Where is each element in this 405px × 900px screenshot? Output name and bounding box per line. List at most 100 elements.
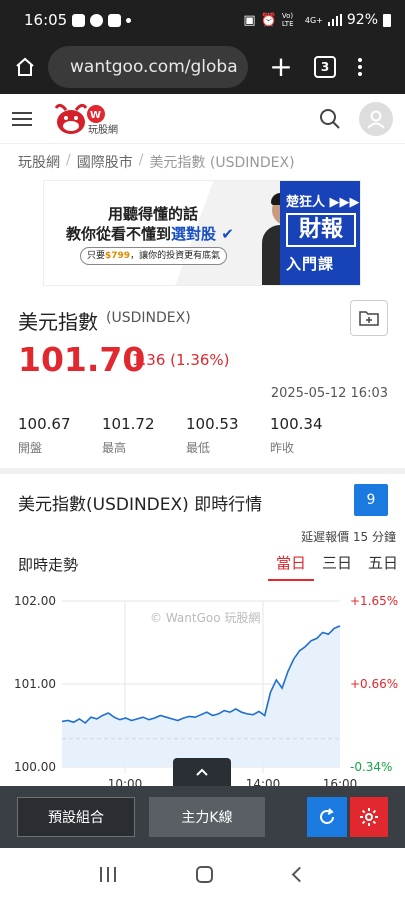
section-divider [0, 468, 405, 474]
stat-prev-close: 100.34 昨收 [270, 415, 354, 456]
banner-line2-prefix: 教你從看不懂到 [66, 225, 172, 243]
address-bar[interactable]: wantgoo.com/globa [48, 46, 248, 88]
network-type: 4G+ [304, 15, 323, 25]
banner-price-suffix: ，讓你的投資更有底氣 [130, 251, 221, 261]
y-tick-label: 101.00 [14, 677, 56, 691]
breadcrumb-separator: / [66, 152, 71, 168]
y-tick-label-pct: +0.66% [350, 677, 398, 691]
image-notification-icon [108, 13, 122, 27]
delay-notice: 延遲報價 15 分鐘 [301, 530, 396, 544]
tab-intraday[interactable]: 當日 [268, 552, 314, 581]
tab-switcher-button[interactable]: 3 [314, 56, 336, 78]
breadcrumb-separator: / [138, 152, 144, 168]
course-title: 財報 [286, 213, 356, 247]
refresh-icon [320, 808, 334, 824]
presenter-name: 楚狂人 ▶▶▶ [286, 195, 360, 210]
alarm-icon: ⏰ [260, 12, 277, 28]
stat-low: 100.53 最低 [186, 415, 270, 456]
banner-price-prefix: 只要 [87, 251, 106, 261]
intraday-chart[interactable]: 102.00 101.00 100.00 +1.65% +0.66% -0.34% © Wa… [0, 590, 405, 786]
quote-name: 美元指數 [18, 310, 98, 334]
banner-line1: 用聽得懂的話 [108, 205, 199, 223]
realtime-badge[interactable]: 9 [354, 484, 388, 516]
new-tab-icon[interactable]: + [266, 52, 296, 82]
stat-high: 101.72 最高 [102, 415, 186, 456]
preset-portfolio-button[interactable]: 預設組合 [17, 797, 135, 837]
system-nav-bar [0, 848, 405, 900]
x-tick-label: 16:00 [323, 777, 358, 786]
site-logo[interactable]: W 玩股網 [52, 102, 118, 136]
account-notification-icon [90, 13, 104, 27]
banner-line2: 教你從看不懂到選對股 ✔ [66, 223, 234, 244]
bottom-action-bar: 預設組合 主力K線 [0, 786, 405, 848]
user-icon [367, 110, 385, 129]
stat-label: 開盤 [18, 441, 43, 455]
trend-label: 即時走勢 [18, 556, 79, 574]
home-icon[interactable] [10, 52, 40, 82]
stat-value: 100.53 [186, 415, 239, 433]
svg-text:W: W [90, 110, 101, 121]
hamburger-menu-icon[interactable] [12, 111, 32, 126]
battery-percent: 92% [346, 12, 378, 28]
gear-icon [360, 808, 378, 826]
stat-label: 最低 [186, 441, 211, 455]
settings-button[interactable] [350, 797, 388, 837]
realtime-title: 美元指數(USDINDEX) 即時行情 [18, 495, 263, 515]
y-tick-label-pct: +1.65% [350, 594, 398, 608]
quote-price: 101.70 [18, 340, 146, 379]
course-title-block: 楚狂人 ▶▶▶ 財報 入門課 [280, 181, 360, 285]
site-header: W 玩股網 [0, 94, 405, 144]
x-tick-label: 10:00 [108, 777, 143, 786]
back-icon[interactable] [291, 866, 308, 882]
series-area [62, 625, 340, 767]
recent-apps-icon[interactable] [100, 866, 117, 882]
quote-time: 2025-05-12 16:03 [270, 386, 388, 401]
signal-icon [327, 14, 342, 26]
chart-watermark: © WantGoo 玩股網 [150, 611, 260, 625]
search-icon[interactable] [319, 108, 341, 130]
stat-open: 100.67 開盤 [18, 415, 102, 456]
user-avatar[interactable] [359, 101, 393, 136]
status-time: 16:05 [24, 11, 68, 29]
course-subtitle: 入門課 [286, 255, 335, 273]
url-text[interactable]: wantgoo.com/globa [70, 57, 238, 77]
app-notification-icon [72, 13, 86, 27]
collapse-toolbar-button[interactable] [173, 758, 231, 786]
add-to-watchlist-button[interactable] [350, 300, 388, 336]
screen: 16:05 ▣ ⏰ Vo) LTE 4G+ 92% wantgoo.com/gl… [0, 0, 405, 900]
quote-stats: 100.67 開盤 101.72 最高 100.53 最低 100.34 昨收 [18, 415, 388, 456]
battery-icon [383, 13, 391, 27]
more-notifications-icon [126, 17, 132, 23]
stat-label: 昨收 [270, 441, 295, 455]
banner-price-pill: 只要$799，讓你的投資更有底氣 [80, 247, 228, 265]
folder-add-icon [359, 311, 379, 326]
battery-saver-icon: ▣ [243, 12, 256, 28]
breadcrumb-home[interactable]: 玩股網 [18, 152, 60, 172]
breadcrumb: 玩股網 / 國際股市 / 美元指數 (USDINDEX) [18, 152, 295, 172]
banner-price: $799 [105, 251, 131, 261]
status-bar: 16:05 ▣ ⏰ Vo) LTE 4G+ 92% [0, 0, 405, 40]
stat-value: 100.67 [18, 415, 71, 433]
quote-code: (USDINDEX) [106, 310, 191, 326]
bull-logo-icon: W [54, 103, 105, 134]
tab-five-day[interactable]: 五日 [360, 552, 405, 581]
y-tick-label: 100.00 [14, 760, 56, 774]
promo-banner[interactable]: 用聽得懂的話 教你從看不懂到選對股 ✔ 只要$799，讓你的投資更有底氣 楚狂人… [43, 180, 361, 286]
browser-menu-icon[interactable] [358, 58, 362, 76]
x-tick-label: 14:00 [246, 777, 281, 786]
browser-toolbar: wantgoo.com/globa + 3 [0, 40, 405, 94]
home-button-icon[interactable] [196, 865, 214, 883]
tab-three-day[interactable]: 三日 [314, 552, 360, 581]
y-tick-label-pct: -0.34% [350, 760, 392, 774]
stat-value: 100.34 [270, 415, 323, 433]
breadcrumb-current: 美元指數 (USDINDEX) [149, 155, 295, 171]
banner-line2-highlight: 選對股 [171, 225, 217, 243]
chevron-up-icon [196, 768, 208, 776]
quote-change: 1.36 (1.36%) [132, 351, 230, 369]
stat-label: 最高 [102, 441, 127, 455]
refresh-button[interactable] [307, 797, 347, 837]
check-badge-icon: ✔ [216, 225, 234, 243]
stat-value: 101.72 [102, 415, 155, 433]
breadcrumb-category[interactable]: 國際股市 [77, 152, 133, 172]
main-force-kline-button[interactable]: 主力K線 [149, 797, 265, 837]
